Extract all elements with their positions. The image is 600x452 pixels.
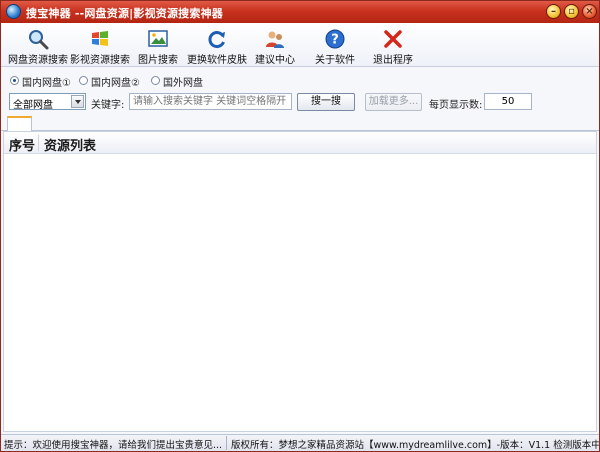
refresh-icon <box>208 31 225 49</box>
per-page-input[interactable]: 50 <box>484 93 532 110</box>
disk-select-value: 全部网盘 <box>13 100 53 111</box>
list-header: 序号 资源列表 <box>4 132 596 154</box>
toolbar-exit-button[interactable]: 退出程序 <box>372 27 414 66</box>
status-tip: 提示：欢迎使用搜宝神器，请给我们提出宝贵意见... <box>4 440 223 451</box>
picture-icon <box>148 30 168 47</box>
toolbar-video-search-button[interactable]: 影视资源搜索 <box>69 27 131 66</box>
help-icon: ? <box>325 29 345 49</box>
per-page-label: 每页显示数: <box>429 100 483 111</box>
keyword-label: 关键字: <box>91 100 125 111</box>
toolbar-label: 退出程序 <box>373 55 413 66</box>
radio-selected-icon <box>10 76 19 85</box>
column-header-resources[interactable]: 资源列表 <box>44 135 96 154</box>
title-bar[interactable]: 搜宝神器 --网盘资源|影视资源搜索神器 – ▫ × <box>1 1 599 23</box>
status-divider <box>226 436 227 450</box>
result-tab[interactable] <box>7 116 32 132</box>
toolbar-change-skin-button[interactable]: 更换软件皮肤 <box>187 27 247 66</box>
keyword-input[interactable] <box>129 93 292 110</box>
toolbar-label: 图片搜索 <box>138 55 178 66</box>
radio-label: 国外网盘 <box>163 78 203 89</box>
result-list: 序号 资源列表 <box>3 131 597 432</box>
list-body[interactable] <box>4 155 596 431</box>
radio-unselected-icon <box>151 76 160 85</box>
toolbar-label: 影视资源搜索 <box>70 55 130 66</box>
radio-label: 国内网盘① <box>22 78 71 89</box>
toolbar-label: 更换软件皮肤 <box>187 55 247 66</box>
radio-domestic-disk-2[interactable]: 国内网盘② <box>79 73 145 89</box>
search-row: 全部网盘 关键字: 搜一搜 加载更多... 每页显示数: 50 <box>1 93 599 111</box>
window-title: 搜宝神器 --网盘资源|影视资源搜索神器 <box>26 7 223 20</box>
toolbar-image-search-button[interactable]: 图片搜索 <box>136 27 180 66</box>
chevron-down-icon[interactable] <box>71 95 84 108</box>
load-more-button[interactable]: 加载更多... <box>365 93 422 111</box>
main-toolbar: 网盘资源搜索 影视资源搜索 图片搜索 更换软件皮肤 建议中心 ? 关于软件 退出… <box>1 23 599 67</box>
radio-label: 国内网盘② <box>91 78 140 89</box>
status-bar: 提示：欢迎使用搜宝神器，请给我们提出宝贵意见... 版权所有：梦想之家精品资源站… <box>1 434 599 451</box>
toolbar-netdisk-search-button[interactable]: 网盘资源搜索 <box>7 27 69 66</box>
source-options: 国内网盘① 国内网盘② 国外网盘 <box>1 73 599 89</box>
minimize-button[interactable]: – <box>546 4 561 19</box>
radio-unselected-icon <box>79 76 88 85</box>
magnifier-icon <box>29 30 49 50</box>
maximize-icon: ▫ <box>568 6 575 17</box>
result-tab-strip <box>1 114 599 132</box>
app-window: 搜宝神器 --网盘资源|影视资源搜索神器 – ▫ × 网盘资源搜索 影视资源搜索 <box>0 0 600 452</box>
column-header-index[interactable]: 序号 <box>9 135 35 154</box>
column-divider[interactable] <box>38 135 39 151</box>
close-icon: × <box>585 6 594 17</box>
close-button[interactable]: × <box>582 4 597 19</box>
minimize-icon: – <box>551 6 556 17</box>
toolbar-about-button[interactable]: ? 关于软件 <box>314 27 356 66</box>
search-button[interactable]: 搜一搜 <box>297 93 355 111</box>
radio-foreign-disk[interactable]: 国外网盘 <box>151 73 207 89</box>
disk-select[interactable]: 全部网盘 <box>9 93 86 111</box>
toolbar-label: 关于软件 <box>315 55 355 66</box>
exit-x-icon <box>384 30 402 48</box>
users-icon <box>266 31 284 48</box>
toolbar-suggestion-button[interactable]: 建议中心 <box>255 27 295 66</box>
status-copyright: 版权所有：梦想之家精品资源站【www.mydreamlilve.com】-版本：… <box>231 440 600 451</box>
maximize-button[interactable]: ▫ <box>564 4 579 19</box>
toolbar-label: 网盘资源搜索 <box>8 55 68 66</box>
app-logo-icon <box>6 4 21 19</box>
toolbar-label: 建议中心 <box>255 55 295 66</box>
radio-domestic-disk-1[interactable]: 国内网盘① <box>10 73 76 89</box>
windows-logo-icon <box>92 31 108 46</box>
svg-text:?: ? <box>331 33 339 48</box>
